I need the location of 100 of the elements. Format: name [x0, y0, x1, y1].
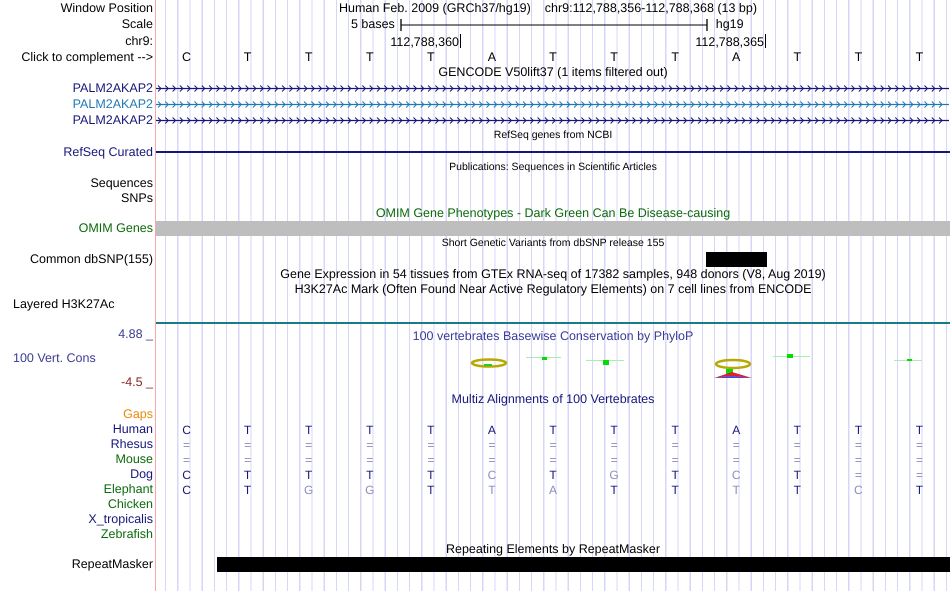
track-label[interactable]: SNPs	[121, 192, 153, 205]
track-label[interactable]: OMIM Genes	[78, 222, 153, 235]
alignment-base: =	[672, 436, 679, 454]
base-letter[interactable]: T	[427, 48, 435, 66]
track-title: Gene Expression in 54 tissues from GTEx RNA-seq of 17382 samples, 948 donors (V8, Aug 2019)	[280, 266, 826, 284]
track-title: Publications: Sequences in Scientific Articles	[449, 160, 657, 176]
alignment-base: G	[365, 482, 374, 498]
row-label: chr9:	[125, 34, 153, 48]
alignment-base: =	[427, 436, 434, 454]
base-letter[interactable]: A	[488, 48, 496, 66]
base-letter[interactable]: T	[793, 48, 802, 66]
track-title: Multiz Alignments of 100 Vertebrates	[452, 391, 654, 408]
species-label[interactable]: Rhesus	[110, 438, 153, 451]
track-label[interactable]: PALM2AKAP2	[72, 98, 153, 110]
alignment-base: T	[854, 422, 862, 438]
alignment-base: =	[183, 436, 190, 454]
alignment-base: T	[610, 422, 618, 438]
row-label: Scale	[122, 18, 153, 31]
alignment-base: =	[305, 436, 312, 454]
axis-tick: 4.88 _	[118, 328, 153, 340]
species-label[interactable]: X_tropicalis	[88, 513, 153, 526]
alignment-base: =	[610, 436, 618, 454]
coordinate-label: 112,788,365	[695, 36, 764, 48]
alignment-base: T	[671, 482, 679, 498]
track-title: 100 vertebrates Basewise Conservation by PhyloP	[412, 328, 694, 345]
feature-segment[interactable]	[888, 221, 950, 236]
track-label[interactable]: Common dbSNP(155)	[30, 253, 153, 266]
feature-segment[interactable]	[888, 557, 950, 572]
alignment-base: =	[488, 436, 496, 454]
base-letter[interactable]: T	[916, 48, 924, 66]
alignment-base: A	[732, 422, 740, 438]
row-label: Window Position	[60, 2, 153, 14]
alignment-base: =	[854, 466, 862, 484]
track-label[interactable]: 100 Vert. Cons	[0, 352, 96, 364]
alignment-base: T	[305, 422, 312, 438]
track-label[interactable]: PALM2AKAP2	[72, 114, 153, 126]
species-label[interactable]: Mouse	[115, 453, 153, 466]
alignment-base: =	[854, 452, 862, 468]
base-letter[interactable]: C	[182, 48, 192, 66]
coordinate-label: 112,788,360	[390, 36, 459, 48]
alignment-base: C	[854, 482, 863, 498]
alignment-base: =	[732, 452, 740, 468]
alignment-base: =	[244, 452, 252, 468]
alignment-base: =	[366, 452, 374, 468]
track-title: H3K27Ac Mark (Often Found Near Active Regulatory Elements) on 7 cell lines from ENCODE	[294, 281, 812, 298]
base-letter[interactable]: T	[549, 48, 557, 66]
feature-segment[interactable]	[156, 221, 218, 236]
alignment-base: =	[488, 452, 496, 468]
alignment-base: T	[366, 422, 374, 438]
alignment-base: =	[183, 452, 190, 468]
alignment-base: T	[244, 422, 252, 438]
species-label[interactable]: Zebrafish	[100, 528, 153, 541]
base-letter[interactable]: T	[854, 48, 862, 66]
alignment-base: T	[244, 482, 252, 498]
track-label[interactable]: Sequences	[90, 177, 153, 190]
base-letter[interactable]: A	[732, 48, 740, 66]
alignment-base: =	[366, 436, 374, 454]
track-title: Short Genetic Variants from dbSNP release 155	[442, 236, 664, 252]
species-label[interactable]: Human	[112, 423, 153, 436]
species-label[interactable]: Elephant	[104, 483, 153, 496]
alignment-base: T	[427, 422, 434, 438]
complement-link[interactable]: Click to complement -->	[21, 50, 153, 64]
track-label[interactable]: Layered H3K27Ac	[13, 298, 114, 310]
assembly-text: Human Feb. 2009 (GRCh37/hg19)	[339, 0, 531, 17]
alignment-base: =	[916, 466, 923, 484]
alignment-base: T	[244, 466, 252, 484]
alignment-base: C	[182, 422, 191, 438]
base-letter[interactable]: T	[244, 48, 252, 66]
alignment-base: A	[548, 482, 557, 498]
alignment-base: T	[549, 466, 557, 484]
alignment-base: =	[244, 436, 252, 454]
alignment-base: T	[305, 466, 312, 484]
base-letter[interactable]: T	[671, 48, 679, 66]
database-text: hg19	[716, 16, 744, 34]
base-letter[interactable]: T	[610, 48, 618, 66]
feature-segment[interactable]	[217, 557, 278, 572]
feature-segment[interactable]	[706, 252, 767, 267]
alignment-base: =	[610, 452, 618, 468]
alignment-base: T	[732, 482, 740, 498]
alignment-base: T	[794, 466, 801, 484]
alignment-base: C	[488, 466, 496, 484]
base-letter[interactable]: T	[366, 48, 374, 66]
alignment-base: =	[854, 436, 862, 454]
track-label[interactable]: PALM2AKAP2	[72, 82, 153, 94]
track-label[interactable]: RefSeq Curated	[63, 146, 153, 158]
alignment-base: =	[672, 452, 679, 468]
base-letter[interactable]: T	[304, 48, 312, 66]
track-label[interactable]: RepeatMasker	[72, 558, 153, 571]
track-title: Repeating Elements by RepeatMasker	[446, 541, 660, 558]
species-label[interactable]: Chicken	[108, 498, 153, 511]
alignment-base: =	[916, 452, 923, 468]
alignment-base: G	[304, 482, 314, 498]
alignment-base: G	[609, 466, 619, 484]
alignment-base: T	[366, 466, 374, 484]
species-label[interactable]: Dog	[130, 468, 153, 481]
alignment-base: =	[549, 436, 556, 454]
alignment-base: =	[794, 452, 801, 468]
alignment-base: T	[427, 466, 434, 484]
track-title: OMIM Gene Phenotypes - Dark Green Can Be Disease-causing	[376, 205, 730, 222]
alignment-base: C	[182, 466, 191, 484]
